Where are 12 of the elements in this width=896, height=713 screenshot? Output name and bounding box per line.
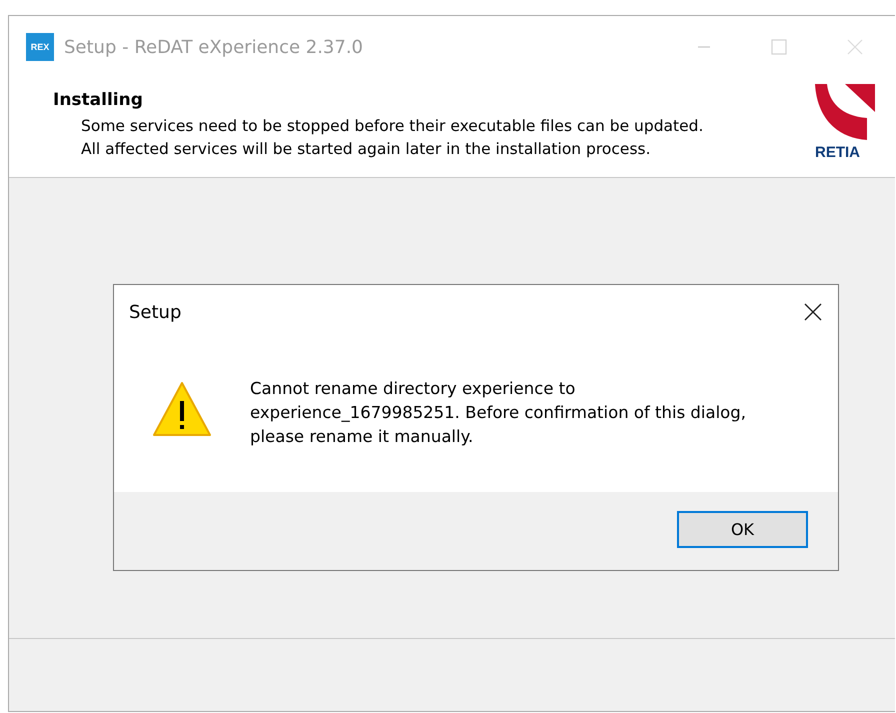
dialog-title: Setup: [129, 302, 182, 322]
description-text: All affected services will be started again later in the installation process.: [80, 139, 652, 160]
description-text: Some services need to be stopped before their executable files can be updated.: [80, 116, 704, 137]
error-message: Cannot rename directory experience to experience_1679985251. Before confirmation of this dialog, please rename it manually.: [250, 378, 746, 448]
page-heading: Installing: [53, 90, 144, 110]
warning-icon: [152, 381, 212, 437]
ok-button[interactable]: OK: [677, 511, 808, 548]
close-icon[interactable]: [804, 303, 822, 321]
app-icon: REX: [26, 33, 54, 61]
logo-text: RETIA: [815, 144, 861, 161]
maximize-icon[interactable]: [771, 39, 787, 55]
window-title: Setup - ReDAT eXperience 2.37.0: [64, 36, 364, 58]
